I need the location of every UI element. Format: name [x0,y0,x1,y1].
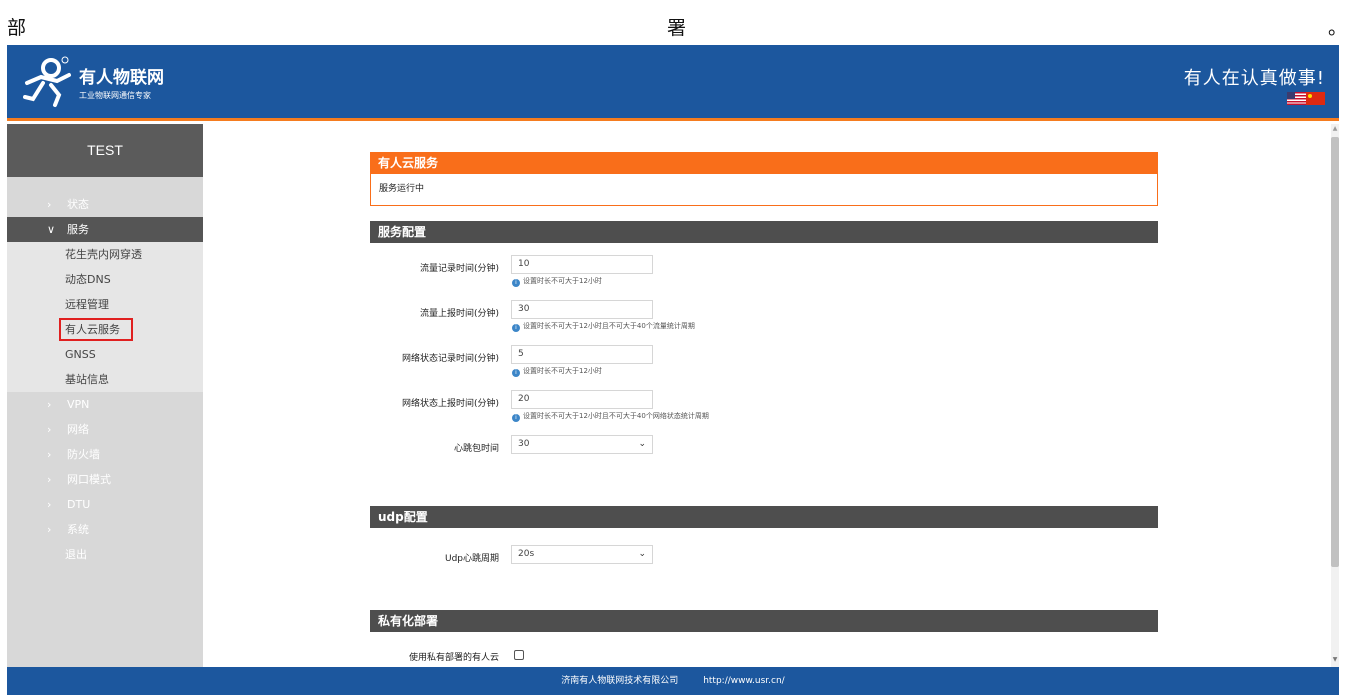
slogan: 有人在认真做事! [1183,68,1325,89]
field-hint: i 设置时长不可大于12小时且不可大于40个网络状态统计周期 [512,411,709,422]
footer-company: 济南有人物联网技术有限公司 [561,676,679,686]
field-hint: i 设置时长不可大于12小时 [512,276,602,287]
sidebar-item[interactable]: › VPN [7,392,203,417]
service-status: 服务运行中 [370,174,1158,206]
service-panel-title: 有人云服务 [370,152,1158,174]
sidebar-item-label: 状态 [67,198,89,211]
sidebar-item-label: DTU [67,498,91,511]
sidebar-item-label: 网口模式 [67,473,111,486]
chevron-right-icon: › [47,423,52,436]
heartbeat-interval-select[interactable]: 30 ⌄ [511,435,653,454]
chevron-right-icon: › [47,473,52,486]
sidebar-item-label: 网络 [67,423,89,436]
language-switcher [1287,92,1325,105]
netstatus-record-interval-input[interactable]: 5 [511,345,653,364]
sidebar-item[interactable]: 基站信息 [7,367,203,392]
document-char: 部 [7,17,27,39]
scroll-down-icon[interactable]: ▼ [1331,656,1339,666]
sidebar-item[interactable]: 远程管理 [7,292,203,317]
info-icon: i [512,369,520,377]
us-flag-icon[interactable] [1287,92,1306,105]
footer: 济南有人物联网技术有限公司 http://www.usr.cn/ [7,667,1339,695]
field-hint: i 设置时长不可大于12小时且不可大于40个流量统计周期 [512,321,695,332]
chevron-down-icon: ⌄ [638,439,646,449]
main-content: 有人云服务 服务运行中 服务配置 流量记录时间(分钟) 10 i 设置时长不可大于… [203,124,1331,667]
document-char: 署 [667,17,687,39]
sidebar-item-label: 花生壳内网穿透 [65,248,142,261]
sidebar-item[interactable]: 动态DNS [7,267,203,292]
sidebar-item[interactable]: 有人云服务 [7,317,203,342]
traffic-record-interval-input[interactable]: 10 [511,255,653,274]
chevron-right-icon: › [47,198,52,211]
info-icon: i [512,414,520,422]
sidebar-item[interactable]: GNSS [7,342,203,367]
sidebar-item[interactable]: ∨ 服务 [7,217,203,242]
field-label: Udp心跳周期 [444,554,499,564]
sidebar: TEST › 状态 ∨ 服务花生壳内网穿透 动态DNS 远程管理有人云服务 GNSS 基站信息… [7,124,203,667]
chevron-right-icon: › [47,448,52,461]
field-label: 网络状态记录时间(分钟) [401,354,499,364]
info-icon: i [512,324,520,332]
sidebar-item-label: 动态DNS [65,273,111,286]
scroll-thumb[interactable] [1331,137,1339,567]
field-label: 网络状态上报时间(分钟) [401,399,499,409]
device-title: TEST [7,124,203,177]
brand-name: 有人物联网 [79,68,164,88]
usr-logo-icon [23,56,71,107]
sidebar-item-label: 基站信息 [65,373,109,386]
hint-text: 设置时长不可大于12小时 [523,367,602,375]
field-label: 使用私有部署的有人云 [408,653,499,663]
udp-heartbeat-period-select[interactable]: 20s ⌄ [511,545,653,564]
sidebar-item-label: GNSS [65,348,96,361]
field-label: 流量记录时间(分钟) [419,264,499,274]
router-admin-window: 有人物联网 工业物联网通信专家 有人在认真做事! TEST › 状态 ∨ 服务花生壳内… [7,45,1339,695]
cn-flag-icon[interactable] [1306,92,1325,105]
hint-text: 设置时长不可大于12小时且不可大于40个网络状态统计周期 [523,412,709,420]
sidebar-item[interactable]: 花生壳内网穿透 [7,242,203,267]
footer-url[interactable]: http://www.usr.cn/ [703,676,785,686]
brand-subtitle: 工业物联网通信专家 [79,91,151,100]
sidebar-item[interactable]: › 网口模式 [7,467,203,492]
use-private-cloud-checkbox[interactable] [514,650,524,660]
header-bar: 有人物联网 工业物联网通信专家 有人在认真做事! [7,45,1339,121]
select-value: 30 [518,439,530,449]
sidebar-item-label: 服务 [67,223,89,236]
document-char: 。 [1328,17,1348,39]
sidebar-item-label: 退出 [65,548,87,561]
field-hint: i 设置时长不可大于12小时 [512,366,602,377]
udp-config-title: udp配置 [370,506,1158,528]
chevron-right-icon: › [47,498,52,511]
private-deploy-title: 私有化部署 [370,610,1158,632]
info-icon: i [512,279,520,287]
sidebar-item-label: 防火墙 [67,448,100,461]
chevron-right-icon: › [47,398,52,411]
hint-text: 设置时长不可大于12小时 [523,277,602,285]
content-scrollbar[interactable]: ▲ ▼ [1331,124,1339,667]
field-label: 心跳包时间 [453,444,499,454]
netstatus-report-interval-input[interactable]: 20 [511,390,653,409]
sidebar-nav: › 状态 ∨ 服务 花生壳内网穿透 动态DNS 远程管理 有人云服务 GNSS 基站信息 › VPN ›… [7,192,203,567]
sidebar-item[interactable]: › 系统 [7,517,203,542]
chevron-down-icon: ∨ [47,223,56,236]
chevron-down-icon: ⌄ [638,549,646,559]
field-label: 流量上报时间(分钟) [419,309,499,319]
scroll-up-icon[interactable]: ▲ [1331,125,1339,135]
active-item-highlight [59,318,133,341]
sidebar-item[interactable]: 退出 [7,542,203,567]
document-text-strip: 部 署 。 [0,0,1353,45]
sidebar-item-label: VPN [67,398,90,411]
sidebar-item[interactable]: › DTU [7,492,203,517]
sidebar-item[interactable]: › 网络 [7,417,203,442]
select-value: 20s [518,549,535,559]
service-config-title: 服务配置 [370,221,1158,243]
sidebar-item[interactable]: › 状态 [7,192,203,217]
traffic-report-interval-input[interactable]: 30 [511,300,653,319]
chevron-right-icon: › [47,523,52,536]
hint-text: 设置时长不可大于12小时且不可大于40个流量统计周期 [523,322,695,330]
sidebar-item[interactable]: › 防火墙 [7,442,203,467]
sidebar-item-label: 系统 [67,523,89,536]
sidebar-item-label: 远程管理 [65,298,109,311]
